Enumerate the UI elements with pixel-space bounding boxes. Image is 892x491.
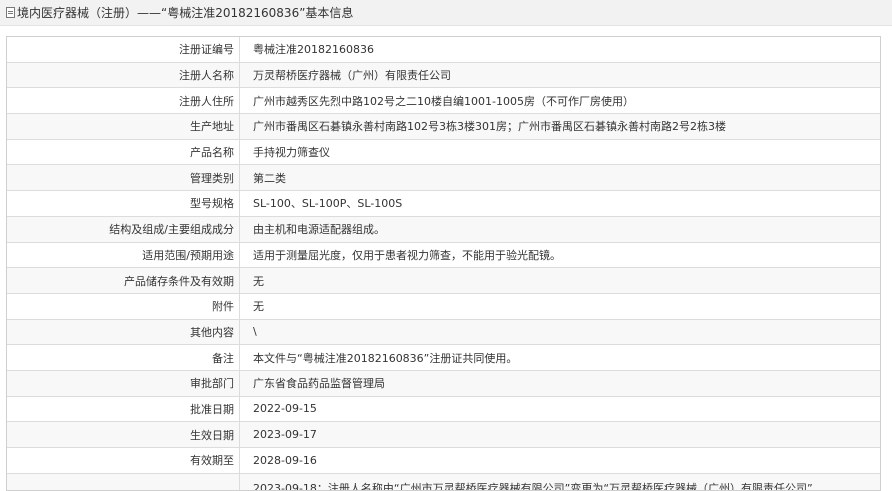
table-row: 备注 本文件与“粤械注准20182160836”注册证共同使用。: [7, 345, 880, 371]
row-label: 产品储存条件及有效期: [7, 268, 240, 293]
table-row: 批准日期 2022-09-15: [7, 396, 880, 423]
table-row: 型号规格 SL-100、SL-100P、SL-100S: [7, 191, 880, 217]
row-label: 批准日期: [7, 396, 240, 422]
row-value: 2022-09-15: [253, 402, 317, 416]
row-label: 注册人名称: [7, 62, 240, 88]
row-label: 备注: [7, 345, 240, 370]
row-value: 适用于测量屈光度，仅用于患者视力筛查，不能用于验光配镜。: [253, 248, 561, 262]
table-row: 2023-09-18：注册人名称由“广州市万灵帮桥医疗器械有限公司”变更为“万灵…: [7, 473, 880, 490]
table-row: 管理类别 第二类: [7, 165, 880, 192]
row-value: 2023-09-18：注册人名称由“广州市万灵帮桥医疗器械有限公司”变更为“万灵…: [253, 481, 813, 490]
row-value: 本文件与“粤械注准20182160836”注册证共同使用。: [253, 351, 518, 365]
row-label: 附件: [7, 293, 240, 319]
row-value: SL-100、SL-100P、SL-100S: [253, 197, 403, 211]
row-value: 无: [253, 274, 264, 288]
table-row: 生产地址 广州市番禺区石碁镇永善村南路102号3栋3楼301房；广州市番禺区石碁…: [7, 114, 880, 140]
table-row: 审批部门 广东省食品药品监督管理局: [7, 370, 880, 397]
table-row: 注册人名称 万灵帮桥医疗器械（广州）有限责任公司: [7, 62, 880, 89]
row-label: 适用范围/预期用途: [7, 242, 240, 268]
row-value: 万灵帮桥医疗器械（广州）有限责任公司: [253, 69, 451, 83]
row-label: 产品名称: [7, 139, 240, 165]
page-title: 境内医疗器械（注册）——“粤械注准20182160836”基本信息: [17, 6, 354, 20]
row-label: [7, 473, 240, 490]
table-row: 注册人住所 广州市越秀区先烈中路102号之二10楼自编1001-1005房（不可…: [7, 88, 880, 115]
row-label: 其他内容: [7, 319, 240, 345]
row-value: 广东省食品药品监督管理局: [253, 377, 385, 391]
row-value: 由主机和电源适配器组成。: [253, 223, 385, 237]
table-row: 结构及组成/主要组成成分 由主机和电源适配器组成。: [7, 216, 880, 243]
row-value: 2023-09-17: [253, 428, 317, 442]
row-label: 结构及组成/主要组成成分: [7, 216, 240, 242]
row-label: 注册证编号: [7, 37, 240, 62]
table-row: 产品储存条件及有效期 无: [7, 268, 880, 294]
table-row: 有效期至 2028-09-16: [7, 448, 880, 474]
table-row: 其他内容 \: [7, 319, 880, 346]
row-value: 无: [253, 300, 264, 314]
document-icon: [6, 7, 15, 18]
row-label: 型号规格: [7, 191, 240, 216]
table-row: 注册证编号 粤械注准20182160836: [7, 37, 880, 63]
table-row: 附件 无: [7, 293, 880, 320]
row-value: 手持视力筛查仪: [253, 146, 330, 160]
row-label: 生产地址: [7, 114, 240, 139]
row-value: 广州市番禺区石碁镇永善村南路102号3栋3楼301房；广州市番禺区石碁镇永善村南…: [253, 120, 726, 134]
table-row: 适用范围/预期用途 适用于测量屈光度，仅用于患者视力筛查，不能用于验光配镜。: [7, 242, 880, 269]
row-label: 管理类别: [7, 165, 240, 191]
table-row: 产品名称 手持视力筛查仪: [7, 139, 880, 166]
page-header: 境内医疗器械（注册）——“粤械注准20182160836”基本信息: [0, 0, 892, 26]
info-table: 注册证编号 粤械注准20182160836 注册人名称 万灵帮桥医疗器械（广州）…: [6, 36, 881, 491]
table-row: 生效日期 2023-09-17: [7, 422, 880, 448]
row-label: 生效日期: [7, 422, 240, 447]
row-label: 审批部门: [7, 370, 240, 396]
row-value: \: [253, 325, 257, 339]
row-label: 注册人住所: [7, 88, 240, 114]
row-label: 有效期至: [7, 448, 240, 473]
row-value: 粤械注准20182160836: [253, 43, 374, 57]
row-value: 第二类: [253, 171, 286, 185]
row-value: 广州市越秀区先烈中路102号之二10楼自编1001-1005房（不可作厂房使用）: [253, 94, 634, 108]
row-value: 2028-09-16: [253, 453, 317, 467]
